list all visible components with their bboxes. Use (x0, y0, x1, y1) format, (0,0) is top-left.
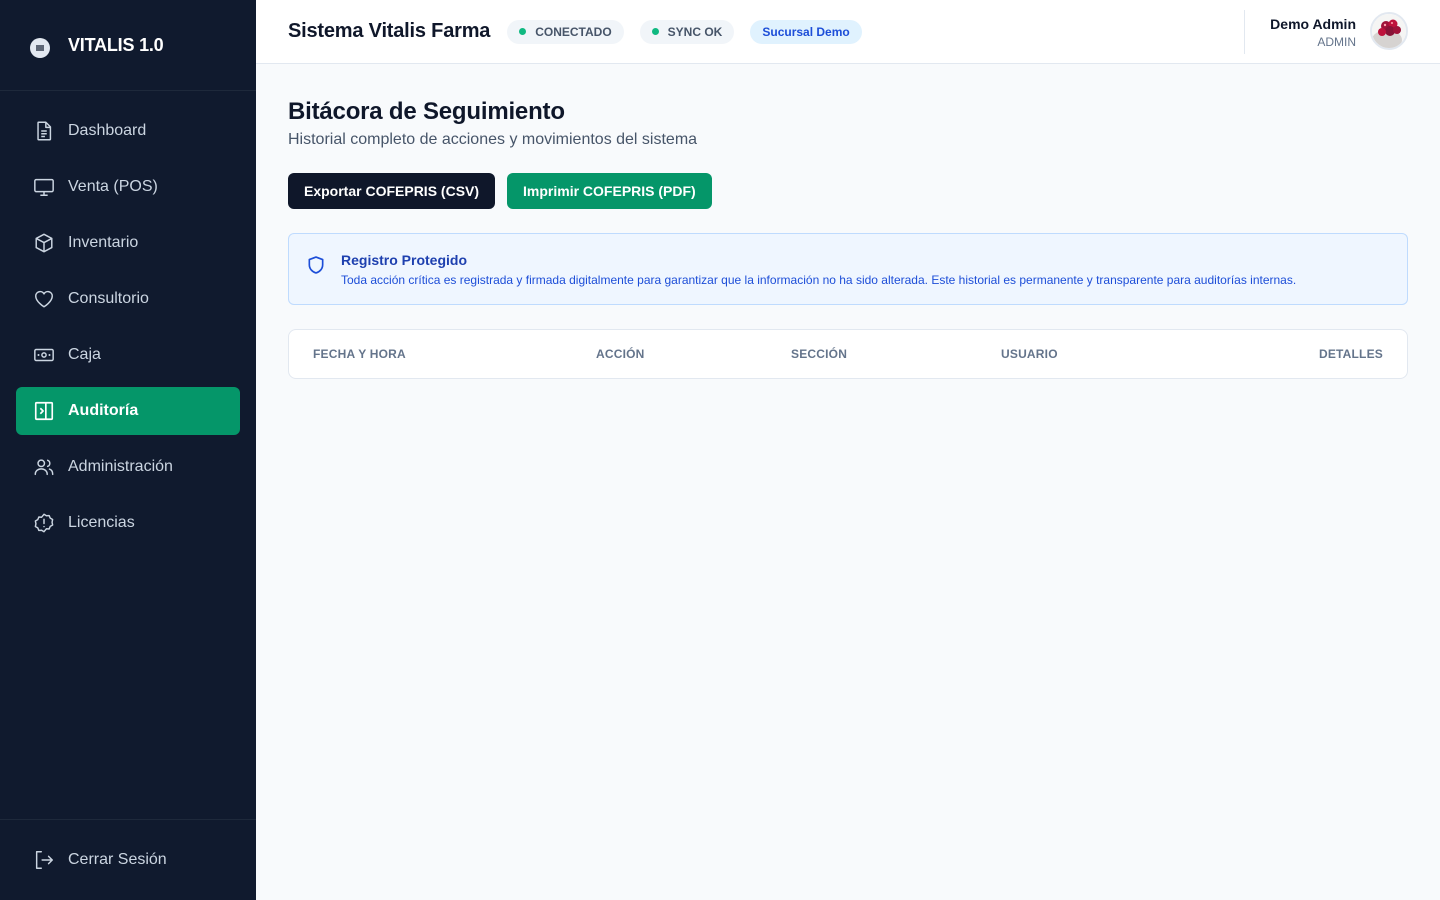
sidebar-item-label: Caja (68, 346, 101, 363)
heart-icon (32, 287, 56, 311)
sidebar-item-label: Inventario (68, 234, 139, 251)
panel-icon (32, 399, 56, 423)
sidebar-item-venta-pos[interactable]: Venta (POS) (16, 163, 240, 211)
sidebar-item-caja[interactable]: Caja (16, 331, 240, 379)
sidebar-footer: Cerrar Sesión (0, 819, 256, 900)
sidebar-item-label: Auditoría (68, 402, 139, 419)
sidebar-item-label: Consultorio (68, 290, 149, 307)
protected-record-notice: Registro Protegido Toda acción crítica e… (288, 233, 1408, 305)
app-title: Sistema Vitalis Farma (288, 20, 491, 42)
sync-status-label: SYNC OK (667, 24, 723, 39)
logout-button[interactable]: Cerrar Sesión (16, 820, 240, 900)
column-header-detalles[interactable]: Detalles (1319, 347, 1383, 361)
sync-status-badge: SYNC OK (639, 19, 735, 44)
shield-icon (306, 255, 326, 280)
sidebar-item-label: Licencias (68, 514, 135, 531)
export-csv-button[interactable]: Exportar COFEPRIS (CSV) (288, 173, 496, 209)
sidebar-item-inventario[interactable]: Inventario (16, 219, 240, 267)
sidebar: VITALIS 1.0 Dashboard Venta (POS) Invent… (0, 0, 256, 900)
brand-logo-icon (30, 38, 50, 58)
users-icon (32, 455, 56, 479)
notice-title: Registro Protegido (341, 252, 468, 268)
page-subtitle: Historial completo de acciones y movimie… (288, 131, 698, 148)
sidebar-item-dashboard[interactable]: Dashboard (16, 107, 240, 155)
user-info: Demo Admin ADMIN (1270, 16, 1356, 50)
top-header: Sistema Vitalis Farma CONECTADO SYNC OK … (256, 0, 1440, 64)
user-menu[interactable]: Demo Admin ADMIN (1244, 10, 1440, 54)
main-content: Bitácora de Seguimiento Historial comple… (288, 64, 1408, 379)
brand-name: VITALIS 1.0 (68, 34, 164, 55)
connection-status-badge: CONECTADO (507, 19, 624, 44)
sidebar-item-consultorio[interactable]: Consultorio (16, 275, 240, 323)
branch-label: Sucursal Demo (762, 24, 850, 39)
column-header-seccion[interactable]: Sección (791, 347, 847, 361)
sidebar-item-licencias[interactable]: Licencias (16, 499, 240, 547)
user-role: ADMIN (1317, 35, 1356, 49)
status-dot-icon (651, 28, 659, 35)
page-title: Bitácora de Seguimiento (288, 98, 565, 125)
sidebar-item-label: Dashboard (68, 122, 147, 139)
audit-log-table: Fecha y Hora Acción Sección Usuario Deta… (288, 329, 1408, 379)
actions-bar: Exportar COFEPRIS (CSV) Imprimir COFEPRI… (288, 173, 1408, 209)
alert-badge-icon (32, 511, 56, 535)
monitor-icon (32, 175, 56, 199)
avatar[interactable] (1370, 12, 1408, 50)
user-name: Demo Admin (1270, 16, 1356, 32)
notice-text: Toda acción crítica es registrada y firm… (341, 273, 1297, 287)
brand: VITALIS 1.0 (0, 0, 256, 91)
sidebar-item-label: Administración (68, 458, 173, 475)
logout-label: Cerrar Sesión (68, 851, 167, 868)
connection-status-label: CONECTADO (535, 24, 612, 39)
sidebar-item-label: Venta (POS) (68, 178, 158, 195)
document-icon (32, 119, 56, 143)
box-icon (32, 231, 56, 255)
column-header-fecha-hora[interactable]: Fecha y Hora (313, 347, 406, 361)
branch-badge: Sucursal Demo (750, 19, 862, 44)
column-header-accion[interactable]: Acción (596, 347, 645, 361)
banknote-icon (32, 343, 56, 367)
print-pdf-button[interactable]: Imprimir COFEPRIS (PDF) (507, 173, 712, 209)
sidebar-nav: Dashboard Venta (POS) Inventario Consult… (0, 91, 256, 547)
logout-icon (32, 848, 56, 872)
status-dot-icon (519, 28, 527, 35)
sidebar-item-administracion[interactable]: Administración (16, 443, 240, 491)
sidebar-item-auditoria[interactable]: Auditoría (16, 387, 240, 435)
column-header-usuario[interactable]: Usuario (1001, 347, 1058, 361)
